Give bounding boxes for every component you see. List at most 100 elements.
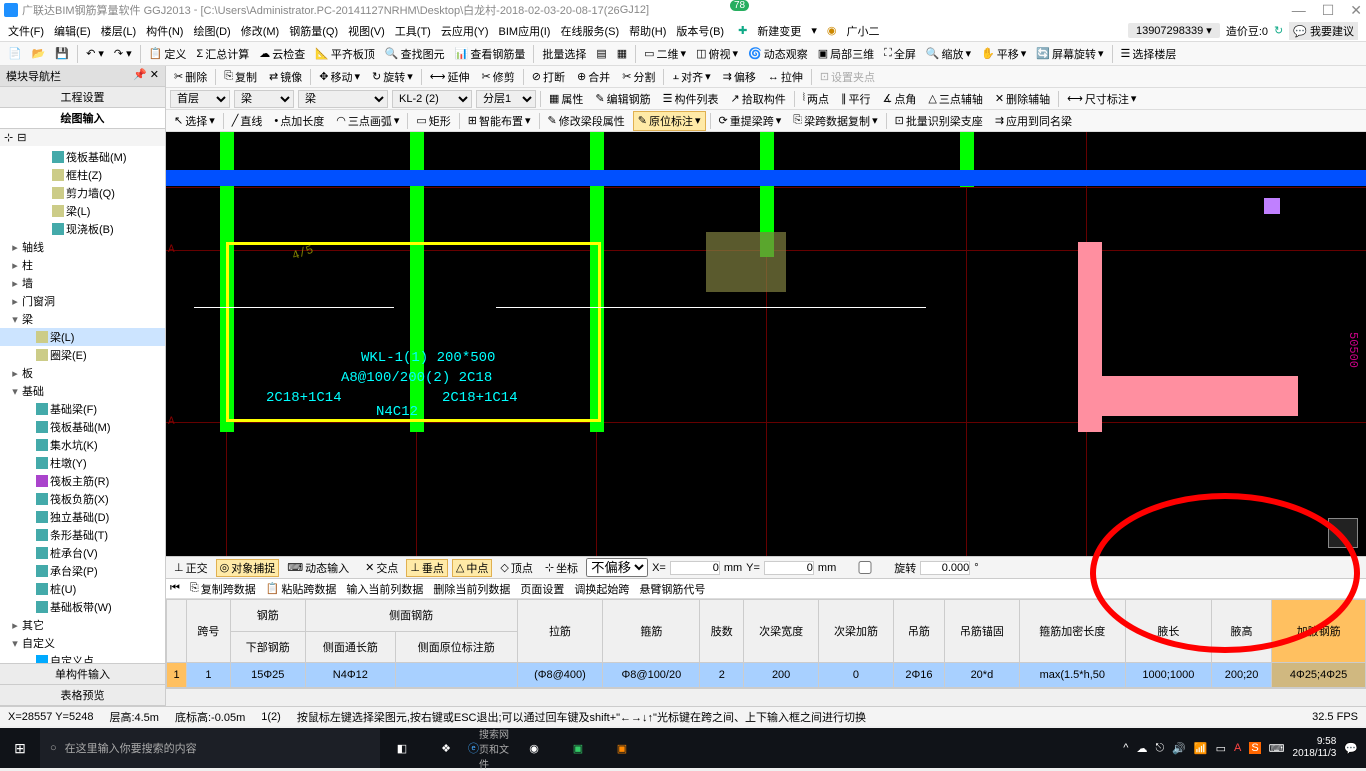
redo-icon[interactable]: ↷ ▾	[110, 46, 136, 61]
menu-online[interactable]: 在线服务(S)	[560, 23, 619, 39]
menu-bim[interactable]: BIM应用(I)	[499, 23, 551, 39]
tree-node[interactable]: 梁(L)	[0, 328, 165, 346]
top-view-button[interactable]: ◫ 俯视 ▾	[692, 45, 742, 63]
menu-tool[interactable]: 工具(T)	[395, 23, 431, 39]
view-cube[interactable]	[1328, 518, 1358, 548]
category-select[interactable]: 梁	[234, 90, 294, 108]
page-setup-button[interactable]: 页面设置	[520, 581, 564, 597]
copy-button[interactable]: ⎘ 复制	[220, 68, 261, 86]
intersection-button[interactable]: ✕ 交点	[361, 559, 402, 577]
level-board-button[interactable]: 📐 平齐板顶	[311, 45, 379, 63]
tree-node[interactable]: 筏板基础(M)	[0, 148, 165, 166]
refresh-icon[interactable]: ↻	[1274, 24, 1283, 37]
cantilever-code-button[interactable]: 悬臂钢筋代号	[639, 581, 705, 597]
pin-icon[interactable]: 📌 ✕	[133, 68, 159, 84]
start-button[interactable]: ⊞	[0, 728, 40, 768]
windows-taskbar[interactable]: ⊞ ○ 在这里输入你要搜索的内容 ◧ ❖ ⓔ 搜索网页和文件 ◉ ▣ ▣ ^☁⎋…	[0, 728, 1366, 768]
view-rebar-button[interactable]: 📊 查看钢筋量	[451, 45, 530, 63]
menu-version[interactable]: 版本号(B)	[676, 23, 724, 39]
tree-node[interactable]: 基础梁(F)	[0, 400, 165, 418]
floor-select[interactable]: 首层	[170, 90, 230, 108]
batch-identify-support-button[interactable]: ⊡ 批量识别梁支座	[891, 112, 987, 130]
rotate-checkbox[interactable]	[840, 561, 890, 574]
tree-node[interactable]: 桩承台(V)	[0, 544, 165, 562]
y-input[interactable]	[764, 561, 814, 575]
tree-node[interactable]: ▾梁	[0, 310, 165, 328]
tree-node[interactable]: 独立基础(D)	[0, 508, 165, 526]
offset-button[interactable]: ⇉ 偏移	[719, 68, 760, 86]
merge-button[interactable]: ⊕ 合并	[573, 68, 614, 86]
fullscreen-button[interactable]: ⛶ 全屏	[880, 45, 920, 63]
tree-node[interactable]: 筏板基础(M)	[0, 418, 165, 436]
sum-button[interactable]: Σ 汇总计算	[192, 45, 253, 63]
tree-node[interactable]: 基础板带(W)	[0, 598, 165, 616]
tree-node[interactable]: ▸柱	[0, 256, 165, 274]
tree-node[interactable]: 框柱(Z)	[0, 166, 165, 184]
copy-span-button[interactable]: ⎘ 复制跨数据	[190, 581, 256, 597]
component-tree[interactable]: 筏板基础(M)框柱(Z)剪力墙(Q)梁(L)现浇板(B)▸轴线▸柱▸墙▸门窗洞▾…	[0, 146, 165, 663]
ortho-button[interactable]: ⊥ 正交	[170, 559, 212, 577]
point-length-button[interactable]: • 点加长度	[270, 112, 328, 130]
tree-node[interactable]: ▾基础	[0, 382, 165, 400]
vertex-button[interactable]: ◇ 顶点	[496, 559, 536, 577]
open-icon[interactable]: 📂	[28, 46, 50, 61]
delete-col-button[interactable]: 删除当前列数据	[433, 581, 510, 597]
midpoint-button[interactable]: △ 中点	[452, 559, 492, 577]
paste-span-button[interactable]: 📋 粘贴跨数据	[266, 581, 337, 597]
menu-draw[interactable]: 绘图(D)	[193, 23, 230, 39]
two-point-button[interactable]: ⦚ 两点	[799, 90, 833, 108]
menu-rebar[interactable]: 钢筋量(Q)	[289, 23, 338, 39]
tree-node[interactable]: ▸轴线	[0, 238, 165, 256]
menu-component[interactable]: 构件(N)	[146, 23, 183, 39]
tree-node[interactable]: 筏板负筋(X)	[0, 490, 165, 508]
new-icon[interactable]: 📄	[4, 46, 26, 61]
screen-rotate-button[interactable]: 🔄 屏幕旋转 ▾	[1032, 45, 1107, 63]
menu-floor[interactable]: 楼层(L)	[101, 23, 136, 39]
perpendicular-button[interactable]: ⊥ 垂点	[406, 559, 448, 577]
component-list-button[interactable]: ☰ 构件列表	[659, 90, 723, 108]
single-input[interactable]: 单构件输入	[0, 664, 165, 685]
find-element-button[interactable]: 🔍 查找图元	[381, 45, 449, 63]
2d-button[interactable]: ▭ 二维 ▾	[640, 45, 690, 63]
input-col-button[interactable]: 输入当前列数据	[346, 581, 423, 597]
three-point-aux-button[interactable]: △ 三点辅轴	[924, 90, 986, 108]
taskbar-app-1[interactable]: ❖	[424, 728, 468, 768]
point-angle-button[interactable]: ∡ 点角	[879, 90, 921, 108]
taskbar-edge[interactable]: ⓔ 搜索网页和文件	[468, 728, 512, 768]
drawing-viewport[interactable]: A A 4/5 50500	[166, 132, 1366, 556]
in-place-annotation-button[interactable]: ✎ 原位标注 ▾	[633, 111, 706, 131]
break-button[interactable]: ⊘ 打断	[528, 68, 569, 86]
menu-view[interactable]: 视图(V)	[348, 23, 385, 39]
select-floor-button[interactable]: ☰ 选择楼层	[1117, 45, 1181, 63]
tree-node[interactable]: 条形基础(T)	[0, 526, 165, 544]
tree-node[interactable]: 现浇板(B)	[0, 220, 165, 238]
menu-cloud[interactable]: 云应用(Y)	[441, 23, 489, 39]
user-name[interactable]: 广小二	[846, 23, 879, 39]
tree-node[interactable]: 柱墩(Y)	[0, 454, 165, 472]
draw-input-tab[interactable]: 绘图输入	[0, 108, 165, 129]
tree-node[interactable]: 圈梁(E)	[0, 346, 165, 364]
tree-node[interactable]: ▸门窗洞	[0, 292, 165, 310]
filter2-icon[interactable]: ▦	[613, 46, 631, 61]
tree-collapse-icon[interactable]: ⊟	[17, 131, 26, 144]
osnap-button[interactable]: ◎ 对象捕捉	[216, 559, 280, 577]
task-view-icon[interactable]: ◧	[380, 728, 424, 768]
line-button[interactable]: ╱ 直线	[228, 112, 267, 130]
menu-help[interactable]: 帮助(H)	[629, 23, 666, 39]
offset-mode-select[interactable]: 不偏移	[586, 558, 648, 577]
table-preview[interactable]: 表格预览	[0, 685, 165, 706]
mirror-button[interactable]: ⇄ 镜像	[265, 68, 306, 86]
parallel-button[interactable]: ∥ 平行	[837, 90, 875, 108]
tree-expand-icon[interactable]: ⊹	[4, 131, 13, 144]
tree-node[interactable]: 自定义点	[0, 652, 165, 663]
taskbar-app-4[interactable]: ▣	[600, 728, 644, 768]
local-3d-button[interactable]: ▣ 局部三维	[814, 45, 878, 63]
menu-edit[interactable]: 编辑(E)	[54, 23, 91, 39]
modify-beam-seg-button[interactable]: ✎ 修改梁段属性	[544, 112, 629, 130]
split-button[interactable]: ✂ 分割	[618, 68, 659, 86]
component-select[interactable]: 梁	[298, 90, 388, 108]
pan-button[interactable]: ✋ 平移 ▾	[977, 45, 1030, 63]
select-button[interactable]: ↖ 选择 ▾	[170, 112, 219, 130]
taskbar-app-2[interactable]: ◉	[512, 728, 556, 768]
extend-button[interactable]: ⟷ 延伸	[426, 68, 474, 86]
